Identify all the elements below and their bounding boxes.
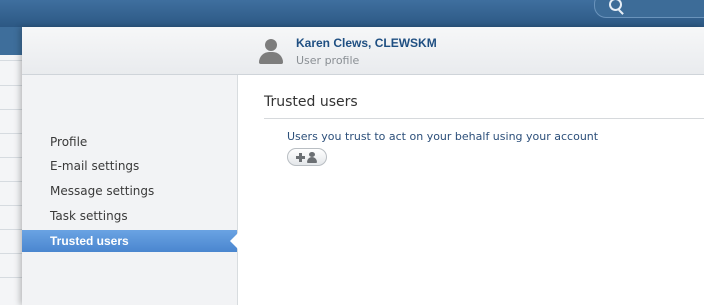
grid-line	[0, 277, 22, 278]
main-content: Trusted users Users you trust to act on …	[238, 75, 704, 305]
panel-header: Karen Clews, CLEWSKM User profile	[22, 27, 704, 75]
section-title: Trusted users	[264, 94, 358, 110]
add-trusted-user-button[interactable]	[287, 148, 327, 166]
app-top-bar	[0, 0, 704, 27]
sidebar-item-trusted-users[interactable]: Trusted users	[22, 230, 238, 252]
grid-line	[0, 85, 22, 86]
user-subtitle: User profile	[296, 54, 360, 67]
grid-line	[0, 60, 22, 61]
grid-line	[0, 229, 22, 230]
user-name[interactable]: Karen Clews, CLEWSKM	[296, 36, 437, 50]
section-description: Users you trust to act on your behalf us…	[287, 130, 599, 143]
sidebar-item-profile[interactable]: Profile	[22, 131, 237, 153]
grid-line	[0, 253, 22, 254]
search-field[interactable]	[594, 0, 704, 18]
grid-line	[0, 205, 22, 206]
sidebar-item-message-settings[interactable]: Message settings	[22, 180, 237, 202]
grid-line	[0, 109, 22, 110]
avatar-body	[259, 52, 283, 64]
grid-line	[0, 181, 22, 182]
plus-horizontal	[296, 156, 305, 159]
section-divider	[264, 118, 704, 119]
avatar-head	[265, 39, 277, 51]
person-body	[307, 157, 317, 163]
grid-line	[0, 133, 22, 134]
sidebar-item-email-settings[interactable]: E-mail settings	[22, 155, 237, 177]
add-user-icon	[296, 152, 320, 163]
user-avatar-icon	[259, 39, 283, 65]
search-icon[interactable]	[609, 0, 622, 11]
user-profile-panel: Karen Clews, CLEWSKM User profile Profil…	[22, 27, 704, 305]
sidebar-item-task-settings[interactable]: Task settings	[22, 205, 237, 227]
grid-line	[0, 157, 22, 158]
background-header-band	[0, 27, 22, 55]
background-page-grid	[0, 27, 22, 305]
settings-sidebar: Profile E-mail settings Message settings…	[22, 75, 238, 305]
